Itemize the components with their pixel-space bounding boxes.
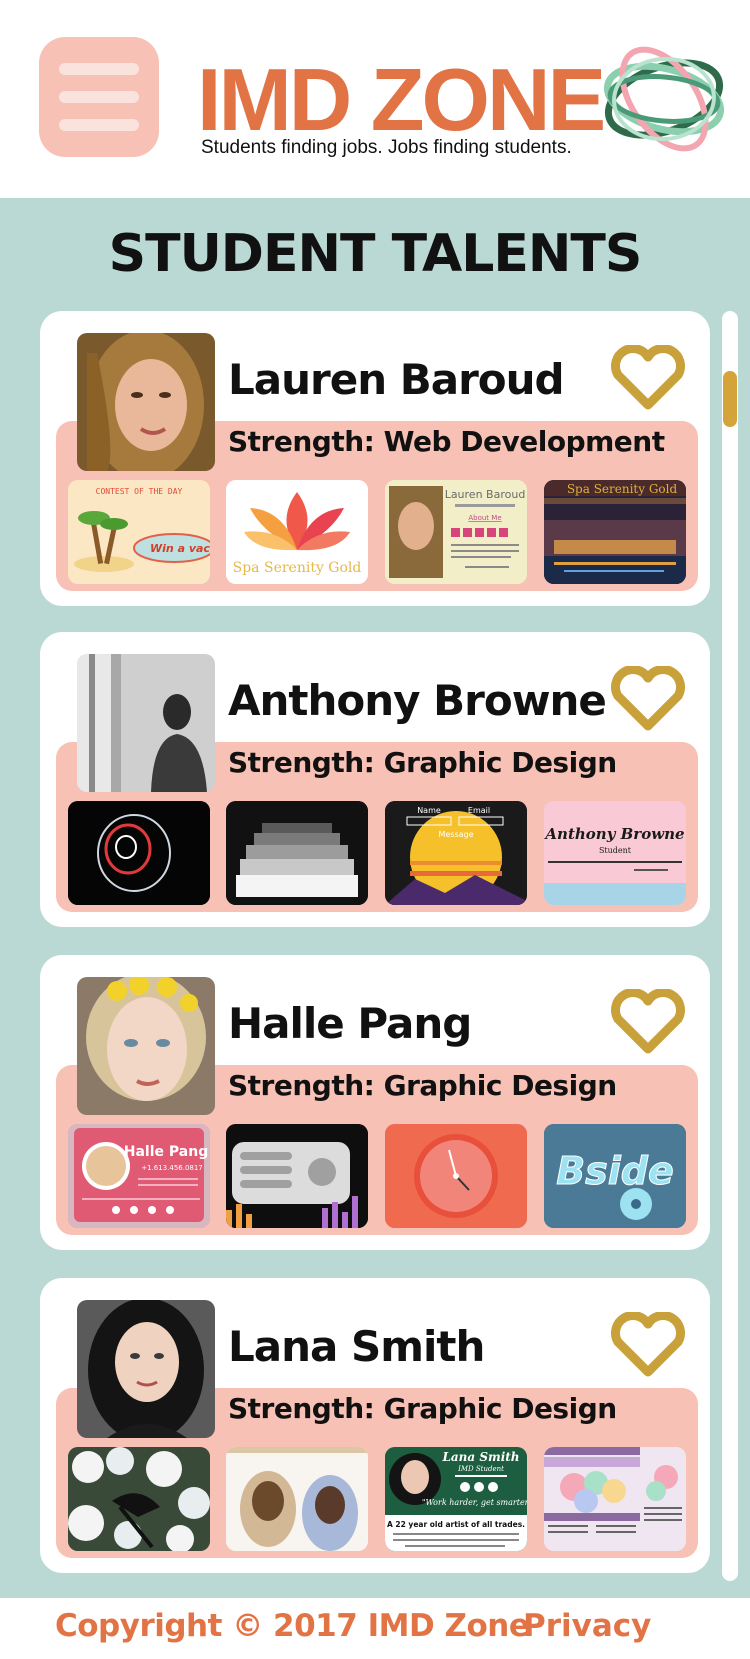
logo-text[interactable]: IMD ZONE	[197, 56, 606, 144]
rings-logo-icon	[603, 46, 725, 152]
portfolio-thumb[interactable]: CONTEST OF THE DAY Win a vacation	[68, 480, 210, 584]
thumb-role: Student	[599, 846, 632, 855]
thumb-role: IMD Student	[457, 1465, 504, 1473]
thumb-name: Anthony Browne	[544, 825, 685, 843]
portfolio-thumb[interactable]	[226, 1447, 368, 1551]
student-name[interactable]: Halle Pang	[228, 999, 472, 1048]
portfolio-thumbnails: Lana Smith IMD Student "Work harder, get…	[68, 1447, 688, 1551]
thumb-name: Lauren Baroud	[445, 488, 526, 501]
portfolio-thumb[interactable]	[226, 801, 368, 905]
thumb-email-label: Email	[468, 806, 490, 815]
avatar[interactable]	[77, 333, 215, 471]
student-card[interactable]: Halle Pang Strength: Graphic Design Hall…	[40, 955, 710, 1250]
student-strength: Strength: Web Development	[228, 425, 665, 458]
page-title: STUDENT TALENTS	[108, 224, 643, 284]
portfolio-thumb[interactable]: Spa Serenity Gold	[226, 480, 368, 584]
student-strength: Strength: Graphic Design	[228, 1069, 617, 1102]
scrollbar-thumb[interactable]	[723, 371, 737, 427]
thumb-name-label: Name	[417, 806, 441, 815]
avatar[interactable]	[77, 977, 215, 1115]
portfolio-thumbnails: CONTEST OF THE DAY Win a vacation	[68, 480, 688, 584]
student-card[interactable]: Anthony Browne Strength: Graphic Design	[40, 632, 710, 927]
student-card[interactable]: Lauren Baroud Strength: Web Development …	[40, 311, 710, 606]
app-footer: Copyright © 2017 IMD Zone Privacy	[0, 1598, 750, 1659]
portfolio-thumbnails: Name Email Message Anthony Browne Studen…	[68, 801, 688, 905]
copyright-text: Copyright © 2017 IMD Zone	[55, 1608, 530, 1644]
thumb-caption: Spa Serenity Gold	[567, 482, 678, 496]
hamburger-menu-icon[interactable]	[39, 37, 159, 157]
thumb-message-label: Message	[438, 830, 473, 839]
portfolio-thumb[interactable]	[544, 1447, 686, 1551]
student-name[interactable]: Lauren Baroud	[228, 355, 565, 404]
student-card[interactable]: Lana Smith Strength: Graphic Design Lana…	[40, 1278, 710, 1573]
portfolio-thumb[interactable]	[68, 801, 210, 905]
portfolio-thumb[interactable]	[226, 1124, 368, 1228]
heart-outline-icon[interactable]	[610, 345, 686, 411]
app-header: IMD ZONE Students finding jobs. Jobs fin…	[0, 0, 750, 198]
heart-outline-icon[interactable]	[610, 1312, 686, 1378]
main-content: STUDENT TALENTS Lauren Baroud Strength: …	[0, 198, 750, 1598]
menu-bar	[59, 91, 139, 103]
student-strength: Strength: Graphic Design	[228, 746, 617, 779]
thumb-caption: Spa Serenity Gold	[233, 560, 362, 576]
thumb-headline: A 22 year old artist of all trades.	[387, 1520, 525, 1529]
portfolio-thumb[interactable]: Anthony Browne Student	[544, 801, 686, 905]
thumb-link: About Me	[468, 514, 501, 522]
portfolio-thumb[interactable]	[68, 1447, 210, 1551]
thumb-cta: Win a vacation	[150, 542, 210, 555]
avatar[interactable]	[77, 1300, 215, 1438]
student-name[interactable]: Anthony Browne	[228, 676, 607, 725]
student-strength: Strength: Graphic Design	[228, 1392, 617, 1425]
privacy-link[interactable]: Privacy	[523, 1608, 651, 1644]
thumb-caption: CONTEST OF THE DAY	[96, 487, 183, 496]
portfolio-thumb[interactable]: Lana Smith IMD Student "Work harder, get…	[385, 1447, 527, 1551]
thumb-quote: "Work harder, get smarter"	[422, 1498, 527, 1507]
thumb-phone: +1.613.456.0817	[141, 1164, 203, 1172]
portfolio-thumb[interactable]	[385, 1124, 527, 1228]
thumb-caption: Bside	[556, 1149, 674, 1193]
portfolio-thumb[interactable]: Spa Serenity Gold	[544, 480, 686, 584]
portfolio-thumb[interactable]: Bside	[544, 1124, 686, 1228]
portfolio-thumb[interactable]: Halle Pang +1.613.456.0817	[68, 1124, 210, 1228]
tagline: Students finding jobs. Jobs finding stud…	[201, 137, 572, 158]
portfolio-thumb[interactable]: Name Email Message	[385, 801, 527, 905]
scrollbar-track[interactable]	[722, 311, 738, 1581]
portfolio-thumb[interactable]: Lauren Baroud About Me	[385, 480, 527, 584]
thumb-name: Lana Smith	[441, 1450, 519, 1464]
menu-bar	[59, 63, 139, 75]
portfolio-thumbnails: Halle Pang +1.613.456.0817 Bside	[68, 1124, 688, 1228]
avatar[interactable]	[77, 654, 215, 792]
thumb-name: Halle Pang	[124, 1144, 208, 1160]
heart-outline-icon[interactable]	[610, 666, 686, 732]
menu-bar	[59, 119, 139, 131]
student-name[interactable]: Lana Smith	[228, 1322, 485, 1371]
heart-outline-icon[interactable]	[610, 989, 686, 1055]
